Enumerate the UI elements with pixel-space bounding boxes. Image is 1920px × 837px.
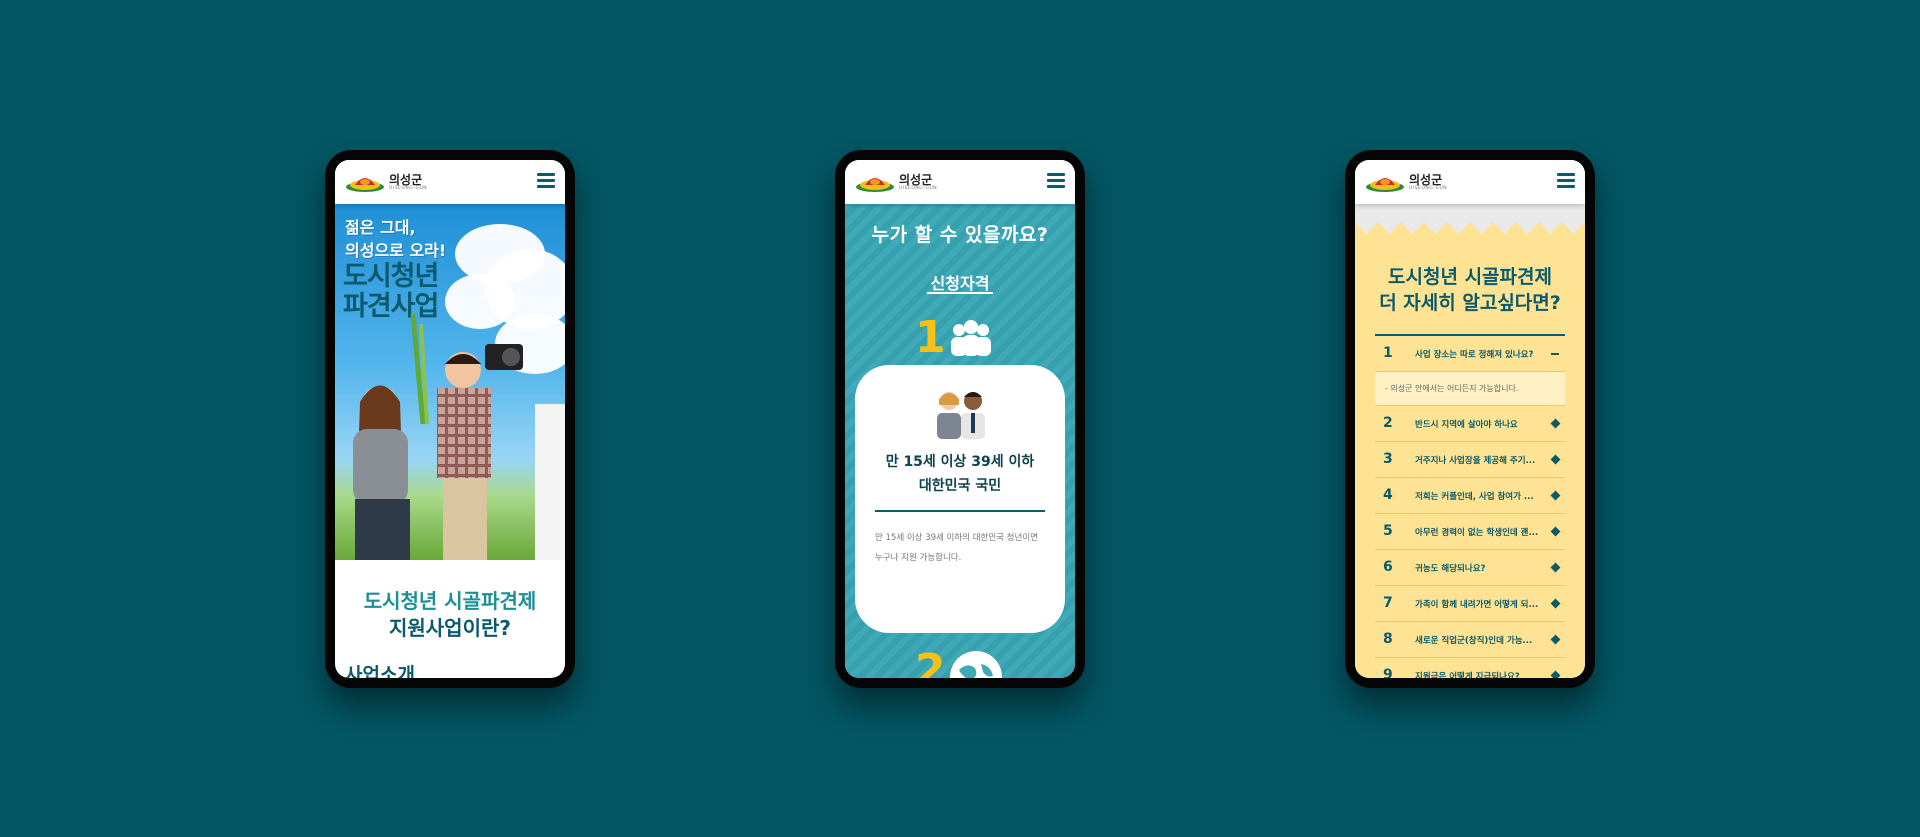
site-header: 의성군 UISEONG-GUN [845, 160, 1075, 204]
menu-icon[interactable] [1047, 173, 1065, 189]
faq-number: 8 [1383, 631, 1393, 647]
expand-icon[interactable] [1550, 598, 1561, 609]
faq-question: 저희는 커플인데, 사업 참여가 ... [1415, 492, 1534, 502]
step-number-1: 1 [915, 312, 946, 363]
faq-question: 귀농도 해당되나요? [1415, 564, 1486, 574]
menu-icon[interactable] [1557, 173, 1575, 189]
expand-icon[interactable] [1550, 454, 1561, 465]
faq-question: 지원금은 어떻게 지급되나요? [1415, 672, 1520, 678]
faq-number: 1 [1383, 345, 1393, 361]
logo-icon[interactable] [1365, 173, 1405, 193]
faq-list: 1 사업 장소는 따로 정해져 있나요? - 의성군 안에서는 어디든지 가능합… [1375, 334, 1565, 678]
section-heading: 사업소개 [345, 664, 415, 678]
globe-icon [950, 651, 1002, 678]
faq-number: 7 [1383, 595, 1393, 611]
faq-question: 아무런 경력이 없는 학생인데 괜... [1415, 528, 1539, 538]
hero-people-illustration [353, 314, 565, 560]
logo-subtext: UISEONG-GUN [389, 186, 428, 191]
hero-tagline-1: 젊은 그대, [345, 218, 416, 237]
zigzag-divider [1355, 204, 1585, 234]
card-divider [875, 510, 1045, 512]
screen-eligibility: 의성군 UISEONG-GUN 누가 할 수 있을까요? 신청자격 1 만 15… [845, 160, 1075, 678]
faq-number: 6 [1383, 559, 1393, 575]
faq-item-3[interactable]: 3 거주지나 사업장을 제공해 주기... [1375, 442, 1565, 478]
faq-item-6[interactable]: 6 귀농도 해당되나요? [1375, 550, 1565, 586]
collapse-icon[interactable] [1551, 353, 1559, 355]
expand-icon[interactable] [1550, 562, 1561, 573]
card-title-1: 만 15세 이상 39세 이하 [885, 454, 1035, 470]
faq-question: 사업 장소는 따로 정해져 있나요? [1415, 350, 1534, 360]
site-header: 의성군 UISEONG-GUN [335, 160, 565, 204]
faq-item-9[interactable]: 9 지원금은 어떻게 지급되나요? [1375, 658, 1565, 678]
faq-question: 거주지나 사업장을 제공해 주기... [1415, 456, 1536, 466]
logo-icon[interactable] [855, 173, 895, 193]
faq-number: 5 [1383, 523, 1393, 539]
screen-faq: 의성군 UISEONG-GUN 도시청년 시골파견제 더 자세히 알고싶다면? … [1355, 160, 1585, 678]
faq-item-7[interactable]: 7 가족이 함께 내려가면 어떻게 되... [1375, 586, 1565, 622]
intro-title-1: 도시청년 시골파견제 [363, 589, 537, 613]
faq-question: 가족이 함께 내려가면 어떻게 되... [1415, 600, 1539, 610]
faq-title-1: 도시청년 시골파견제 [1388, 266, 1552, 288]
card-description: 만 15세 이상 39세 이하의 대한민국 청년이면 누구나 지원 가능합니다. [875, 533, 1038, 563]
expand-icon[interactable] [1550, 634, 1561, 645]
tag-underline [927, 292, 993, 294]
faq-item-4[interactable]: 4 저희는 커플인데, 사업 참여가 ... [1375, 478, 1565, 514]
faq-item-2[interactable]: 2 반드시 지역에 살아야 하나요 [1375, 406, 1565, 442]
site-header: 의성군 UISEONG-GUN [1355, 160, 1585, 204]
logo-subtext: UISEONG-GUN [899, 186, 938, 191]
people-icon [951, 320, 991, 356]
faq-item-1[interactable]: 1 사업 장소는 따로 정해져 있나요? [1375, 336, 1565, 372]
expand-icon[interactable] [1550, 670, 1561, 678]
faq-item-8[interactable]: 8 새로운 직업군(창직)인데 가능... [1375, 622, 1565, 658]
eligibility-question: 누가 할 수 있을까요? [871, 224, 1049, 246]
phone-mockup-3: 의성군 UISEONG-GUN 도시청년 시골파견제 더 자세히 알고싶다면? … [1345, 150, 1595, 688]
expand-icon[interactable] [1550, 418, 1561, 429]
faq-title-2: 더 자세히 알고싶다면? [1379, 292, 1561, 314]
hero-banner: 젊은 그대, 의성으로 오라! 도시청년 파견사업 [335, 204, 565, 560]
faq-number: 9 [1383, 667, 1393, 678]
faq-item-5[interactable]: 5 아무런 경력이 없는 학생인데 괜... [1375, 514, 1565, 550]
phone-mockup-1: 의성군 UISEONG-GUN 젊은 그대, 의성으로 오라! 도시청년 파견사… [325, 150, 575, 688]
eligibility-card: 만 15세 이상 39세 이하 대한민국 국민 만 15세 이상 39세 이하의… [855, 365, 1065, 633]
faq-question: 반드시 지역에 살아야 하나요 [1415, 420, 1518, 430]
menu-icon[interactable] [537, 173, 555, 189]
intro-title-2: 지원사업이란? [388, 616, 511, 640]
faq-number: 4 [1383, 487, 1393, 503]
expand-icon[interactable] [1550, 490, 1561, 501]
faq-number: 3 [1383, 451, 1393, 467]
faq-answer-text: - 의성군 안에서는 어디든지 가능합니다. [1385, 384, 1519, 393]
step-number-2: 2 [915, 645, 946, 678]
faq-number: 2 [1383, 415, 1393, 431]
card-title-2: 대한민국 국민 [918, 478, 1002, 494]
expand-icon[interactable] [1550, 526, 1561, 537]
logo-icon[interactable] [345, 173, 385, 193]
couple-icon [937, 392, 985, 439]
logo-subtext: UISEONG-GUN [1409, 186, 1448, 191]
faq-question: 새로운 직업군(창직)인데 가능... [1415, 636, 1533, 646]
eligibility-tag: 신청자격 [930, 274, 990, 293]
phone-mockup-2: 의성군 UISEONG-GUN 누가 할 수 있을까요? 신청자격 1 만 15… [835, 150, 1085, 688]
faq-answer-1: - 의성군 안에서는 어디든지 가능합니다. [1375, 372, 1565, 406]
screen-intro: 의성군 UISEONG-GUN 젊은 그대, 의성으로 오라! 도시청년 파견사… [335, 160, 565, 678]
